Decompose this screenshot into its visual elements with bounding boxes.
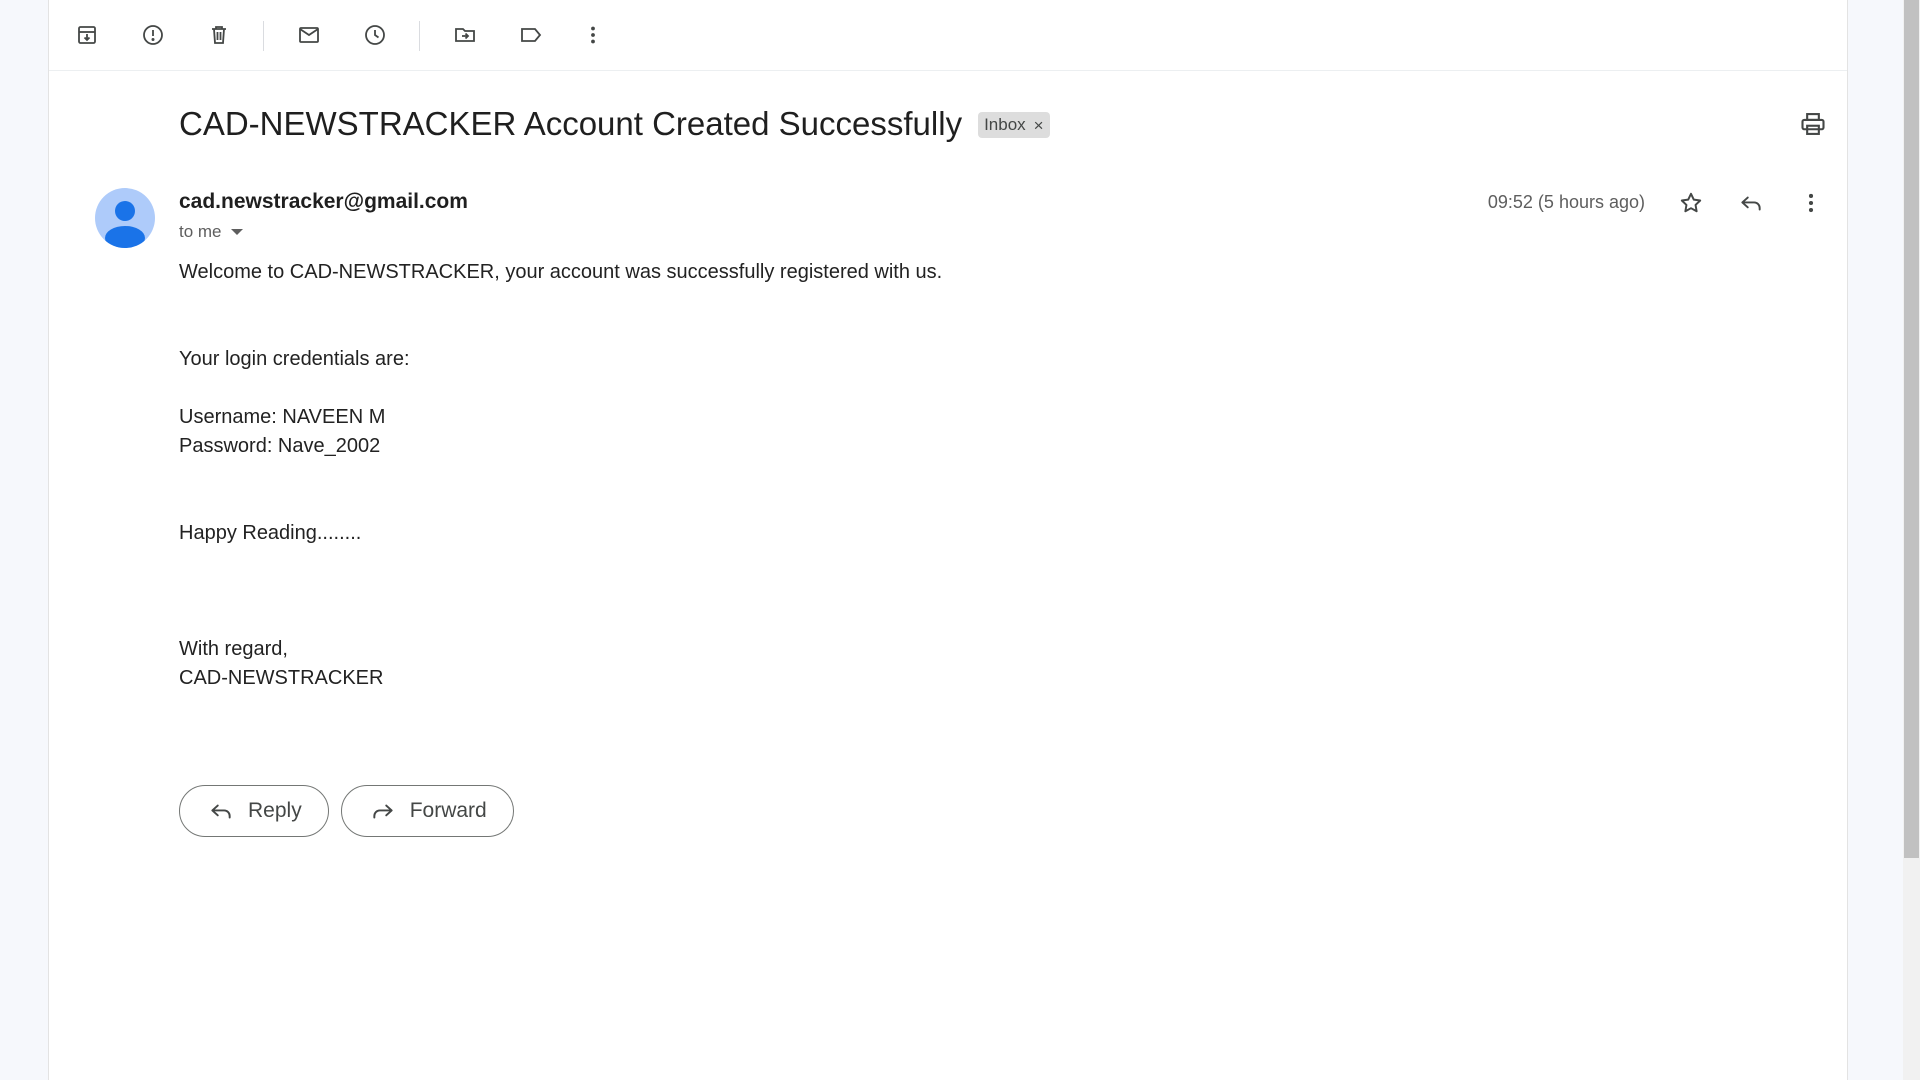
label-text: Inbox <box>984 115 1026 134</box>
reply-button[interactable]: Reply <box>179 785 329 837</box>
email-subject: CAD-NEWSTRACKER Account Created Successf… <box>179 105 963 142</box>
person-icon <box>105 201 145 248</box>
subject-row: CAD-NEWSTRACKER Account Created Successf… <box>179 100 1050 148</box>
reply-forward-bar: Reply Forward <box>179 785 526 837</box>
labels-button[interactable] <box>511 15 551 55</box>
body-credentials-intro: Your login credentials are: <box>179 348 410 370</box>
sender-avatar[interactable] <box>95 188 155 248</box>
body-welcome: Welcome to CAD-NEWSTRACKER, your account… <box>179 261 943 283</box>
snooze-button[interactable] <box>355 15 395 55</box>
delete-button[interactable] <box>199 15 239 55</box>
message-more-button[interactable] <box>1791 183 1831 223</box>
email-toolbar <box>49 0 1847 71</box>
gmail-page: CAD-NEWSTRACKER Account Created Successf… <box>0 0 1920 1080</box>
toolbar-divider <box>263 21 264 51</box>
more-vert-icon <box>1808 193 1814 213</box>
labels-icon <box>521 28 542 42</box>
forward-icon <box>373 804 393 819</box>
move-to-button[interactable] <box>445 15 485 55</box>
reply-icon <box>1741 196 1761 211</box>
recipient-details-toggle[interactable]: to me <box>179 222 243 242</box>
more-vert-icon <box>591 26 595 44</box>
archive-button[interactable] <box>67 15 107 55</box>
reply-icon-button[interactable] <box>1731 183 1771 223</box>
print-button[interactable] <box>1793 104 1833 144</box>
body-password: Password: Nave_2002 <box>179 435 381 457</box>
print-icon <box>1801 113 1825 135</box>
mark-unread-icon <box>299 27 319 43</box>
inbox-label-chip[interactable]: Inbox × <box>978 112 1050 138</box>
delete-icon <box>212 26 226 44</box>
more-button[interactable] <box>573 15 613 55</box>
body-username: Username: NAVEEN M <box>179 406 386 428</box>
body-closing: Happy Reading........ <box>179 522 362 544</box>
mark-unread-button[interactable] <box>289 15 329 55</box>
recipient-label: to me <box>179 222 222 241</box>
star-button[interactable] <box>1671 183 1711 223</box>
sender-address[interactable]: cad.newstracker@gmail.com <box>179 190 468 214</box>
snooze-icon <box>365 25 385 45</box>
star-icon <box>1680 192 1702 213</box>
email-body: Welcome to CAD-NEWSTRACKER, your account… <box>179 258 1679 693</box>
toolbar-divider <box>419 21 420 51</box>
body-regards: With regard, <box>179 638 288 660</box>
move-to-icon <box>455 28 475 42</box>
scrollbar-thumb[interactable] <box>1904 0 1919 858</box>
report-spam-button[interactable] <box>133 15 173 55</box>
forward-button[interactable]: Forward <box>340 785 514 837</box>
reply-icon <box>211 804 231 819</box>
email-view: CAD-NEWSTRACKER Account Created Successf… <box>48 0 1848 1080</box>
remove-label-icon[interactable]: × <box>1034 117 1044 134</box>
email-timestamp: 09:52 (5 hours ago) <box>1487 192 1645 212</box>
archive-icon <box>78 26 96 44</box>
body-signature: CAD-NEWSTRACKER <box>179 667 384 689</box>
report-spam-icon <box>143 25 163 45</box>
chevron-down-icon <box>230 229 243 235</box>
forward-label: Forward <box>409 799 487 822</box>
reply-label: Reply <box>248 799 302 822</box>
